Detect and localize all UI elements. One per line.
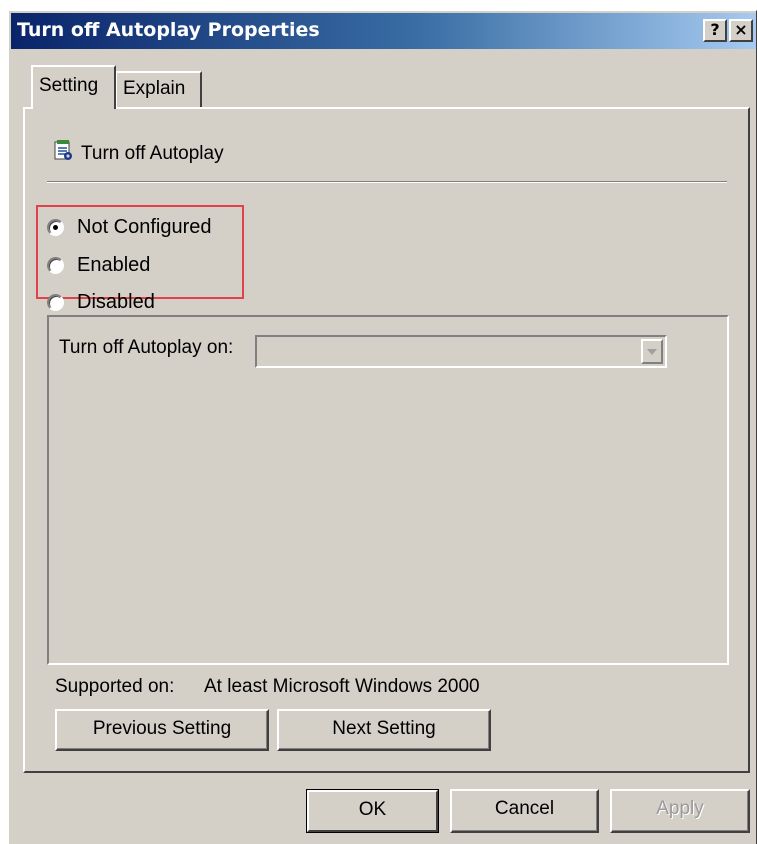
autoplay-drives-dropdown[interactable] <box>255 335 667 368</box>
radio-button[interactable] <box>47 294 64 311</box>
chevron-down-icon[interactable] <box>641 339 663 364</box>
combo-label: Turn off Autoplay on: <box>59 337 234 358</box>
help-button[interactable]: ? <box>703 19 727 42</box>
supported-on-value: At least Microsoft Windows 2000 <box>204 676 480 697</box>
ok-button-label[interactable]: OK <box>307 790 438 832</box>
policy-title: Turn off Autoplay <box>81 143 224 164</box>
tab-setting[interactable]: Setting <box>31 65 116 109</box>
cancel-button[interactable]: Cancel <box>450 789 599 833</box>
radio-button-checked[interactable] <box>47 219 64 236</box>
supported-on-label: Supported on: <box>55 676 175 697</box>
close-button[interactable]: × <box>729 19 753 42</box>
radio-button[interactable] <box>47 257 64 274</box>
ok-button[interactable]: OK <box>306 789 439 833</box>
next-setting-button[interactable]: Next Setting <box>277 709 491 751</box>
radio-label[interactable]: Disabled <box>77 291 155 314</box>
separator <box>47 181 727 183</box>
previous-setting-button[interactable]: Previous Setting <box>55 709 269 751</box>
apply-button[interactable]: Apply <box>610 789 750 833</box>
policy-setting-icon <box>54 140 72 160</box>
options-group-box: Turn off Autoplay on: <box>47 315 729 665</box>
properties-dialog: Turn off Autoplay Properties ? × Setting… <box>8 10 757 844</box>
radio-label[interactable]: Enabled <box>77 254 150 277</box>
window-title: Turn off Autoplay Properties <box>17 19 320 41</box>
title-bar[interactable]: Turn off Autoplay Properties ? × <box>11 13 756 49</box>
radio-label[interactable]: Not Configured <box>77 216 212 239</box>
tab-explain[interactable]: Explain <box>116 71 202 108</box>
setting-tab-panel: Turn off Autoplay Not Configured Enabled… <box>23 107 750 773</box>
